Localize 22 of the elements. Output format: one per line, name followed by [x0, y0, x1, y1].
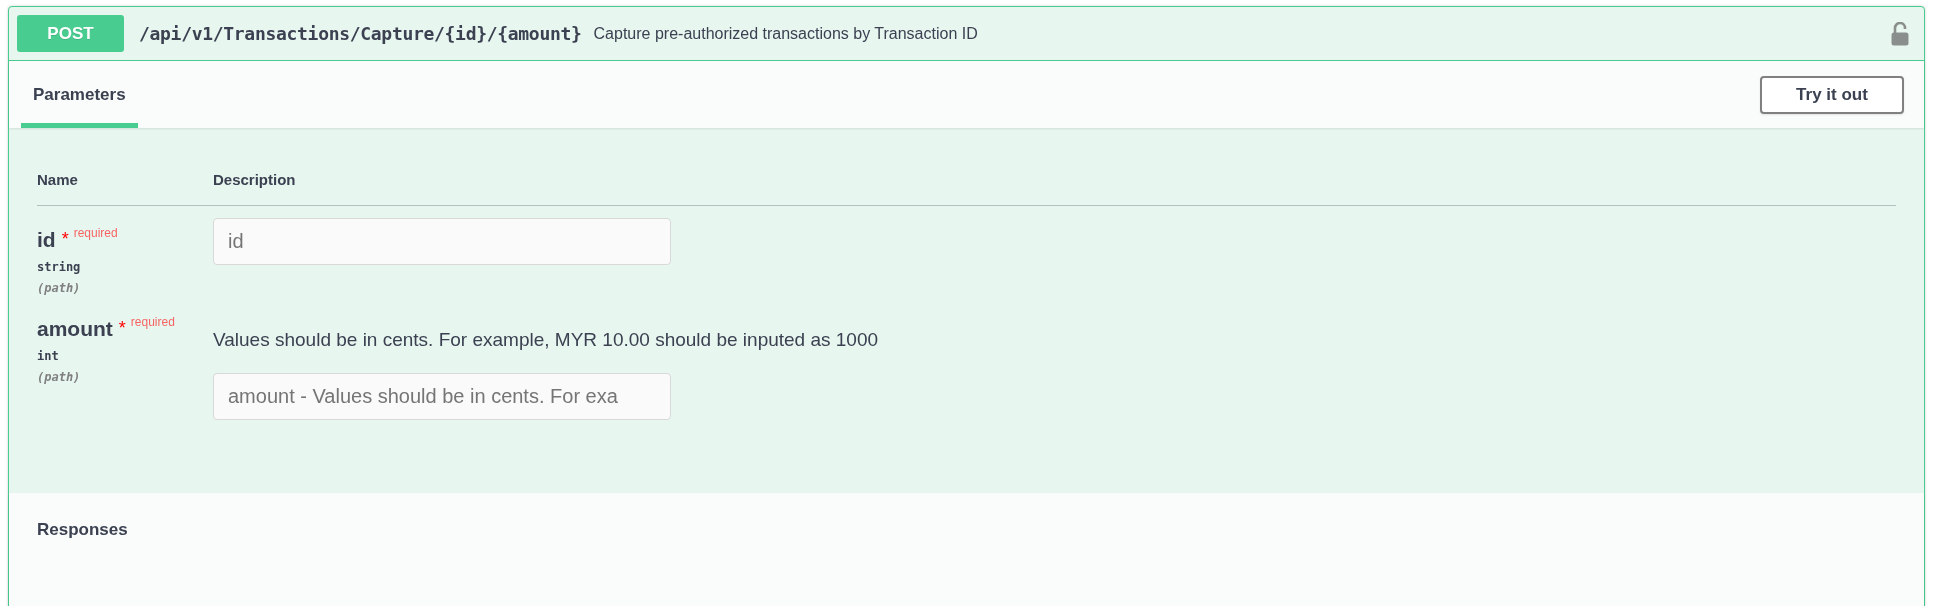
responses-heading: Responses	[37, 520, 128, 540]
required-label: required	[73, 226, 118, 240]
parameters-tab[interactable]: Parameters	[21, 61, 138, 128]
input-field[interactable]: id	[213, 218, 671, 265]
parameter-type: int	[37, 349, 60, 363]
column-header: Name	[37, 170, 79, 188]
parameter-name: id	[37, 228, 56, 252]
parameter-name: amount	[37, 317, 113, 341]
required-asterisk: *	[61, 229, 69, 250]
column-header: Description	[213, 170, 296, 188]
try-it-out-button[interactable]: Try it out	[1760, 75, 1904, 114]
parameter-location: (path)	[37, 370, 82, 384]
parameter-type: string	[37, 260, 82, 274]
method-badge: POST	[17, 15, 124, 52]
parameter-description: Values should be in cents. For example, MYR 10.00 should be inputed as 1000	[213, 329, 879, 351]
padlock-icon[interactable]	[1891, 21, 1909, 46]
input-field[interactable]: amount - Values should be in cents. For exa	[213, 373, 671, 420]
required-label: required	[130, 315, 175, 329]
endpoint-path[interactable]: /api/v1/Transactions/Capture/{id}/{amount}	[139, 23, 582, 44]
required-asterisk: *	[118, 318, 126, 339]
endpoint-summary: Capture pre-authorized transactions by Transaction ID	[593, 24, 978, 43]
parameter-location: (path)	[37, 281, 82, 295]
